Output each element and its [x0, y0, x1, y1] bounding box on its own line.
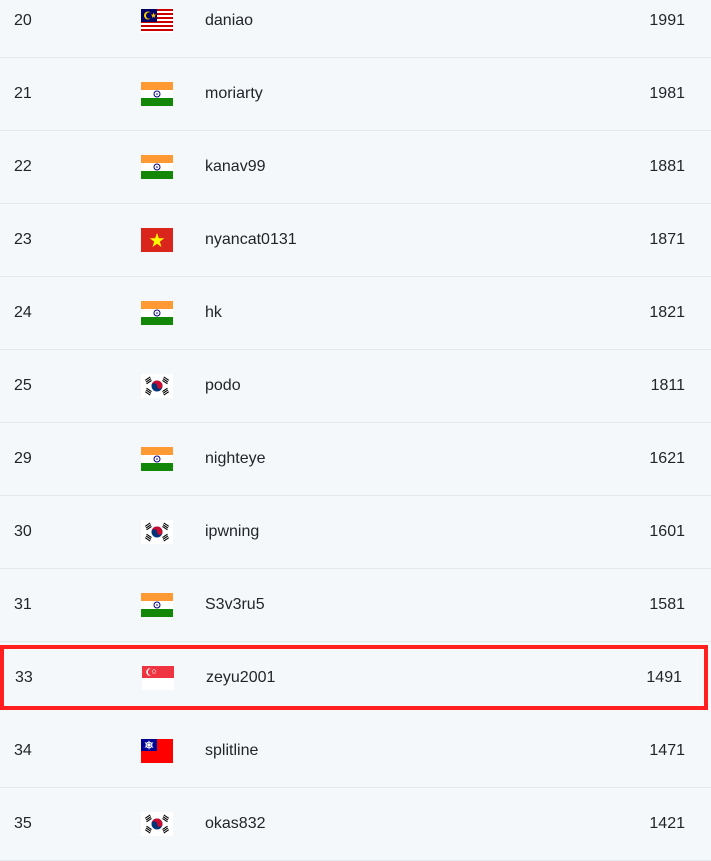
- score-cell: 1871: [649, 231, 685, 248]
- table-row: 34 splitline 1471: [0, 715, 711, 788]
- team-name-cell: splitline: [205, 742, 259, 759]
- team-name-cell: nyancat0131: [205, 231, 297, 248]
- team-name-cell: daniao: [205, 12, 254, 29]
- table-row: 21 moriarty 1981: [0, 58, 711, 131]
- india-flag-icon: [141, 155, 173, 179]
- team-name-cell: hk: [205, 304, 222, 321]
- team-name-cell: zeyu2001: [206, 668, 276, 686]
- score-cell: 1811: [650, 377, 685, 394]
- rank-cell: 23: [14, 231, 32, 248]
- rank-cell: 35: [14, 815, 32, 832]
- rank-cell: 29: [14, 450, 32, 467]
- score-cell: 1601: [649, 523, 685, 540]
- rank-cell: 31: [14, 596, 32, 613]
- score-cell: 1621: [649, 450, 685, 467]
- table-row: 31 S3v3ru5 1581: [0, 569, 711, 642]
- table-row-highlighted: 33 zeyu2001 1491: [0, 645, 708, 710]
- table-row: 29 nighteye 1621: [0, 423, 711, 496]
- table-row: 30 ipwning 1601: [0, 496, 711, 569]
- score-cell: 1421: [649, 815, 685, 832]
- india-flag-icon: [141, 447, 173, 471]
- table-row: 23 nyancat0131 1871: [0, 204, 711, 277]
- india-flag-icon: [141, 301, 173, 325]
- rank-cell: 33: [15, 668, 33, 686]
- south-korea-flag-icon: [141, 812, 173, 836]
- india-flag-icon: [141, 593, 173, 617]
- south-korea-flag-icon: [141, 374, 173, 398]
- team-name-cell: okas832: [205, 815, 266, 832]
- score-cell: 1981: [649, 85, 685, 102]
- team-name-cell: podo: [205, 377, 241, 394]
- rank-cell: 20: [14, 12, 32, 29]
- south-korea-flag-icon: [141, 520, 173, 544]
- rank-cell: 21: [14, 85, 32, 102]
- rank-cell: 25: [14, 377, 32, 394]
- score-cell: 1471: [649, 742, 685, 759]
- team-name-cell: nighteye: [205, 450, 266, 467]
- table-row: 25 podo 1811: [0, 350, 711, 423]
- team-name-cell: moriarty: [205, 85, 263, 102]
- team-name-cell: kanav99: [205, 158, 266, 175]
- score-cell: 1491: [646, 668, 682, 686]
- table-row: 20 daniao 1991: [0, 0, 711, 58]
- rank-cell: 22: [14, 158, 32, 175]
- rank-cell: 24: [14, 304, 32, 321]
- score-cell: 1991: [649, 12, 685, 29]
- table-row: 35 okas832 1421: [0, 788, 711, 861]
- rank-cell: 34: [14, 742, 32, 759]
- score-cell: 1581: [649, 596, 685, 613]
- score-cell: 1881: [649, 158, 685, 175]
- score-cell: 1821: [649, 304, 685, 321]
- table-row: 22 kanav99 1881: [0, 131, 711, 204]
- team-name-cell: ipwning: [205, 523, 260, 540]
- rank-cell: 30: [14, 523, 32, 540]
- india-flag-icon: [141, 82, 173, 106]
- table-row: 24 hk 1821: [0, 277, 711, 350]
- malaysia-flag-icon: [141, 9, 173, 33]
- scoreboard-table: 20 daniao 1991 21 moriarty 1981 22 kanav99 1881 2…: [0, 0, 711, 861]
- team-name-cell: S3v3ru5: [205, 596, 265, 613]
- taiwan-flag-icon: [141, 739, 173, 763]
- singapore-flag-icon: [142, 665, 174, 690]
- vietnam-flag-icon: [141, 228, 173, 252]
